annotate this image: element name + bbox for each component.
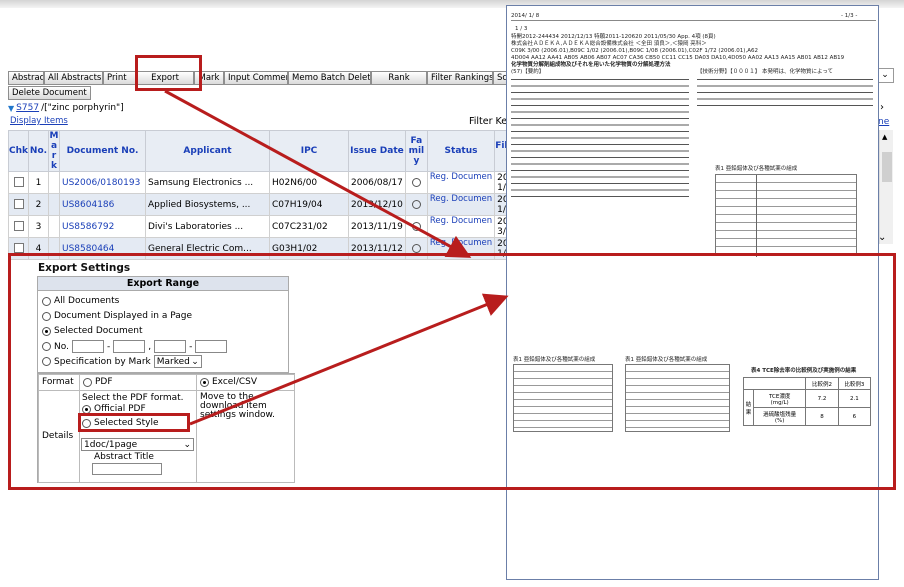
memo-batch-delete-button[interactable]: Memo Batch Delete xyxy=(288,71,371,85)
selected-style-highlight xyxy=(78,413,190,432)
doc-line-1: 特開2012-244434 2012/12/13 特願2011-120620 2… xyxy=(511,34,716,40)
doc-line-2: 株式会社ＡＤＥＫＡ,ＡＤＥＫＡ総合設備株式会社 ＜全田 須良＞,＜猿岡 亮科＞ xyxy=(511,41,707,47)
display-items-link[interactable]: Display Items xyxy=(10,116,68,126)
family-icon[interactable] xyxy=(411,177,421,187)
export-button-highlight xyxy=(135,55,202,91)
col-header-document-no[interactable]: Document No. xyxy=(59,130,146,172)
applicant-cell: Divi's Laboratories ... xyxy=(145,215,270,238)
col-header-family[interactable]: Family xyxy=(404,130,428,172)
query-set-link[interactable]: S757 xyxy=(16,103,39,113)
print-button[interactable]: Print xyxy=(103,71,136,85)
applicant-cell: Applied Biosystems, ... xyxy=(145,193,270,216)
chevron-down-icon[interactable]: ⌄ xyxy=(878,232,886,243)
col-header-status[interactable]: Status xyxy=(426,130,496,172)
doc-date: 2014/ 1/ 8 xyxy=(511,13,540,19)
doc-field-text xyxy=(697,77,873,111)
right-side-link[interactable]: ne xyxy=(878,117,889,127)
ipc-cell: H02N6/00 xyxy=(269,171,349,194)
doc-field-heading: 【技術分野】【０００１】 本発明は、化学物質によって xyxy=(697,69,834,75)
doc-table1 xyxy=(715,174,857,257)
table-header-row: Chk No. Mark Document No. Applicant IPC … xyxy=(8,130,536,172)
row-mark xyxy=(48,171,60,194)
issue-date-cell: 2013/12/10 xyxy=(348,193,406,216)
table-row: 1 US2006/0180193 Samsung Electronics ...… xyxy=(8,171,536,194)
row-mark xyxy=(48,193,60,216)
doc-line-3: C09K 3/00 (2006.01),B09C 1/02 (2006.01),… xyxy=(511,48,758,54)
row-checkbox[interactable] xyxy=(13,243,24,254)
document-link[interactable]: US8604186 xyxy=(59,193,146,216)
export-settings-highlight xyxy=(8,253,896,490)
scrollbar-thumb[interactable] xyxy=(882,152,892,182)
document-link[interactable]: US2006/0180193 xyxy=(59,171,146,194)
col-header-no[interactable]: No. xyxy=(28,130,49,172)
col-header-issue-date[interactable]: Issue Date xyxy=(348,130,406,172)
table-row: 2 US8604186 Applied Biosystems, ... C07H… xyxy=(8,193,536,216)
ipc-cell: C07C231/02 xyxy=(269,215,349,238)
row-number: 3 xyxy=(28,215,49,238)
doc-line-4: 4D004 AA12 AA41 AB05 AB06 AB07 AC07 CA36… xyxy=(511,55,845,61)
issue-date-cell: 2006/08/17 xyxy=(348,171,406,194)
status-link[interactable]: Reg. Documen xyxy=(426,193,496,216)
sc-button[interactable]: Sc xyxy=(493,71,507,85)
row-checkbox[interactable] xyxy=(13,221,24,232)
family-icon[interactable] xyxy=(411,199,421,209)
doc-abstract-text xyxy=(511,77,689,199)
results-table: Chk No. Mark Document No. Applicant IPC … xyxy=(8,130,536,260)
status-link[interactable]: Reg. Documen xyxy=(426,215,496,238)
family-icon[interactable] xyxy=(411,243,421,253)
chevron-right-icon[interactable]: › xyxy=(880,102,884,113)
doc-page-indicator: - 1/3 - xyxy=(841,13,858,19)
result-toolbar: Abstract All Abstracts Print Export Mark… xyxy=(8,71,507,85)
col-header-chk[interactable]: Chk xyxy=(8,130,29,172)
table-row: 3 US8586792 Divi's Laboratories ... C07C… xyxy=(8,215,536,238)
col-header-ipc[interactable]: IPC xyxy=(269,130,349,172)
doc-abstract-heading: (57)【要約】 xyxy=(511,69,545,75)
query-line: ▼ S757 /["zinc porphyrin"] xyxy=(8,103,124,113)
ipc-cell: C07H19/04 xyxy=(269,193,349,216)
query-text: /["zinc porphyrin"] xyxy=(41,103,124,113)
input-comment-button[interactable]: Input Comment xyxy=(224,71,288,85)
rank-button[interactable]: Rank xyxy=(371,71,427,85)
abstract-button[interactable]: Abstract xyxy=(8,71,44,85)
all-abstracts-button[interactable]: All Abstracts xyxy=(44,71,103,85)
row-number: 1 xyxy=(28,171,49,194)
col-header-mark[interactable]: Mark xyxy=(48,130,60,172)
filter-rankings-button[interactable]: Filter Rankings xyxy=(427,71,493,85)
scroll-up-icon[interactable]: ▲ xyxy=(882,133,887,141)
query-set-icon: ▼ xyxy=(8,103,15,113)
issue-date-cell: 2013/11/19 xyxy=(348,215,406,238)
doc-table1-caption: 表1 亜鉛錯体及び各種試薬の組成 xyxy=(715,166,798,172)
row-mark xyxy=(48,215,60,238)
applicant-cell: Samsung Electronics ... xyxy=(145,171,270,194)
col-header-applicant[interactable]: Applicant xyxy=(145,130,270,172)
row-checkbox[interactable] xyxy=(13,177,24,188)
doc-page-count: 1 / 3 xyxy=(515,26,528,32)
filter-key-label: Filter Ke xyxy=(469,116,508,127)
doc-title: 化学物質分解剤組成物及びそれを用いた化学物質の分解処理方法 xyxy=(511,62,671,68)
family-icon[interactable] xyxy=(411,221,421,231)
delete-document-button[interactable]: Delete Document xyxy=(8,86,91,100)
row-checkbox[interactable] xyxy=(13,199,24,210)
status-link[interactable]: Reg. Documen xyxy=(426,171,496,194)
document-link[interactable]: US8586792 xyxy=(59,215,146,238)
row-number: 2 xyxy=(28,193,49,216)
table-scrollbar[interactable] xyxy=(879,130,893,244)
